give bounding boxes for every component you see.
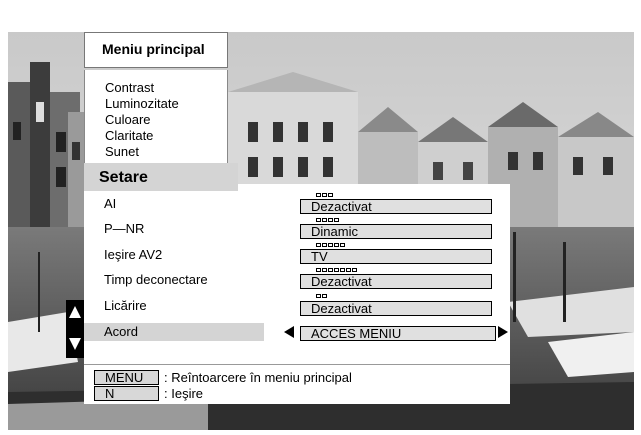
setting-label-p-nr[interactable]: P—NR: [104, 221, 144, 236]
level-dots: [316, 218, 339, 222]
help-footer: MENU : Reîntoarcere în meniu principal N…: [84, 364, 510, 404]
menu-key-description: : Reîntoarcere în meniu principal: [164, 370, 352, 385]
level-dots: [316, 193, 333, 197]
setup-title: Setare: [99, 169, 148, 186]
setting-value-p-nr[interactable]: Dinamic: [300, 224, 492, 239]
exit-key-button[interactable]: N: [94, 386, 159, 401]
triangle-right-icon[interactable]: [498, 326, 508, 338]
setting-value-acord[interactable]: ACCES MENIU: [300, 326, 496, 341]
setting-value-timp-deconectare[interactable]: Dezactivat: [300, 274, 492, 289]
setup-submenu: AI Dezactivat P—NR Dinamic Ieşire AV2 TV…: [84, 184, 510, 364]
tv-osd-screen: Meniu principal Contrast Luminozitate Cu…: [0, 0, 641, 435]
triangle-left-icon[interactable]: [284, 326, 294, 338]
setup-header: Setare: [84, 163, 238, 191]
setting-value-ai[interactable]: Dezactivat: [300, 199, 492, 214]
menu-key-button[interactable]: MENU: [94, 370, 159, 385]
setting-label-ai[interactable]: AI: [104, 196, 116, 211]
menu-item-claritate[interactable]: Claritate: [105, 129, 153, 143]
setting-label-licarire[interactable]: Licărire: [104, 298, 147, 313]
setting-label-timp-deconectare[interactable]: Timp deconectare: [104, 272, 208, 287]
setting-value-licarire[interactable]: Dezactivat: [300, 301, 492, 316]
menu-item-luminozitate[interactable]: Luminozitate: [105, 97, 179, 111]
scroll-indicator[interactable]: [66, 300, 84, 358]
menu-item-contrast[interactable]: Contrast: [105, 81, 154, 95]
main-menu-list: Contrast Luminozitate Culoare Claritate …: [84, 70, 228, 163]
level-dots: [316, 294, 327, 298]
level-dots: [316, 268, 357, 272]
main-menu-title: Meniu principal: [102, 41, 205, 57]
level-dots: [316, 243, 345, 247]
exit-key-description: : Ieşire: [164, 386, 204, 401]
menu-item-culoare[interactable]: Culoare: [105, 113, 151, 127]
setting-label-acord[interactable]: Acord: [104, 324, 138, 339]
setting-label-iesire-av2[interactable]: Ieşire AV2: [104, 247, 162, 262]
triangle-down-icon[interactable]: [69, 338, 81, 350]
menu-item-sunet[interactable]: Sunet: [105, 145, 139, 159]
triangle-up-icon[interactable]: [69, 306, 81, 318]
main-menu-title-box: Meniu principal: [84, 32, 228, 68]
setting-value-iesire-av2[interactable]: TV: [300, 249, 492, 264]
